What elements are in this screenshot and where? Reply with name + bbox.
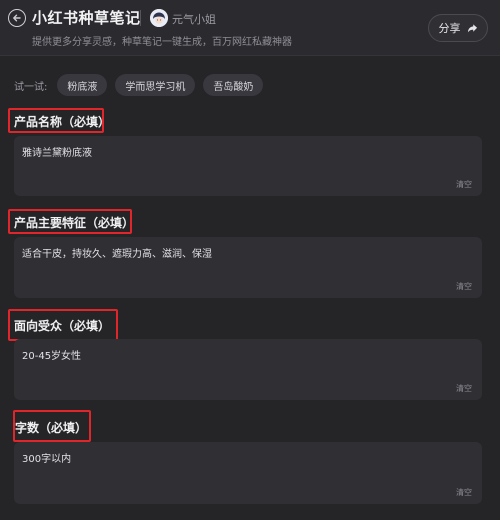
clear-button[interactable]: 清空 [456, 179, 472, 190]
product-features-label: 产品主要特征（必填） [14, 216, 135, 230]
clear-button[interactable]: 清空 [456, 383, 472, 394]
app-title: 小红书种草笔记 [32, 9, 141, 27]
clear-button[interactable]: 清空 [456, 281, 472, 292]
back-icon[interactable] [8, 9, 26, 27]
product-features-input[interactable]: 适合干皮，持妆久、遮瑕力高、滋润、保湿 清空 [14, 237, 482, 298]
app-subtitle: 提供更多分享灵感，种草笔记一键生成，百万网红私藏神器 [32, 37, 292, 48]
arrow-left-icon [13, 14, 21, 22]
app-header: 小红书种草笔记 元气小姐 提供更多分享灵感，种草笔记一键生成，百万网红私藏神器 … [0, 0, 500, 56]
target-audience-value: 20-45岁女性 [22, 351, 82, 362]
word-count-label: 字数（必填） [15, 421, 88, 435]
product-name-label: 产品名称（必填） [14, 115, 111, 129]
avatar-icon [150, 9, 168, 27]
suggestion-chip[interactable]: 学而思学习机 [115, 74, 196, 96]
word-count-value: 300字以内 [22, 454, 72, 465]
target-audience-label: 面向受众（必填） [14, 319, 111, 333]
product-features-value: 适合干皮，持妆久、遮瑕力高、滋润、保湿 [22, 249, 212, 260]
try-suggestions: 试一试: 粉底液 学而思学习机 吾岛酸奶 [14, 74, 271, 96]
suggestion-chip[interactable]: 吾岛酸奶 [203, 74, 264, 96]
author-avatar[interactable] [150, 9, 168, 27]
suggestion-chip[interactable]: 粉底液 [57, 74, 108, 96]
share-label: 分享 [438, 22, 461, 35]
product-name-input[interactable]: 雅诗兰黛粉底液 清空 [14, 136, 482, 196]
header-divider [140, 10, 141, 26]
share-button[interactable]: 分享 [428, 14, 488, 42]
clear-button[interactable]: 清空 [456, 487, 472, 498]
target-audience-input[interactable]: 20-45岁女性 清空 [14, 339, 482, 400]
try-label: 试一试: [14, 81, 48, 93]
share-icon [467, 23, 477, 32]
word-count-input[interactable]: 300字以内 清空 [14, 442, 482, 504]
author-name[interactable]: 元气小姐 [172, 11, 216, 27]
product-name-value: 雅诗兰黛粉底液 [22, 148, 92, 159]
